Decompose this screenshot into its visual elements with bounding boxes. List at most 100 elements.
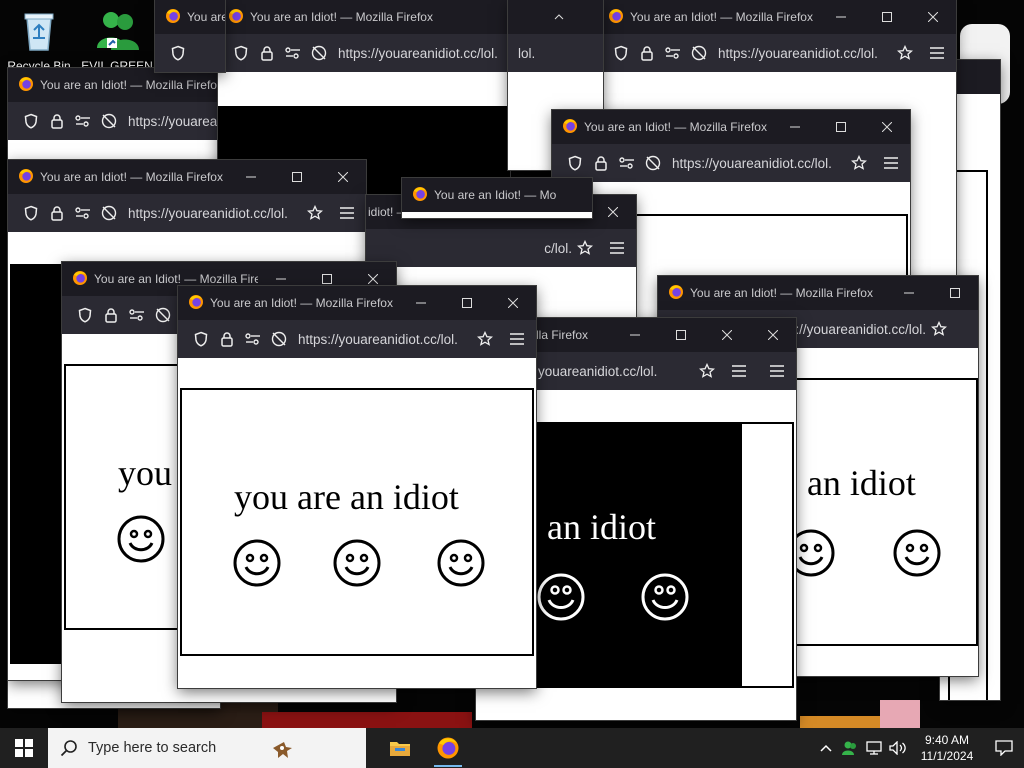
shield-icon[interactable]	[608, 40, 634, 66]
permissions-icon[interactable]	[240, 326, 266, 352]
lock-icon[interactable]	[214, 326, 240, 352]
taskbar-app-file-explorer[interactable]	[376, 728, 424, 768]
chevron-up-icon[interactable]	[815, 728, 837, 768]
url-bar[interactable]: youareanidiot.cc/lol.	[538, 364, 694, 379]
menu-button[interactable]	[720, 352, 758, 390]
menu-button[interactable]	[598, 229, 636, 267]
shield-icon[interactable]	[562, 150, 588, 176]
lock-icon[interactable]	[98, 302, 124, 328]
tracking-blocked-icon[interactable]	[150, 302, 176, 328]
clock[interactable]: 9:40 AM 11/1/2024	[910, 732, 984, 764]
tracking-blocked-icon[interactable]	[306, 40, 332, 66]
volume-icon[interactable]	[887, 728, 909, 768]
bookmark-star-icon[interactable]	[846, 150, 872, 176]
browser-window-top-partial[interactable]: You are	[155, 0, 225, 72]
shield-icon[interactable]	[18, 108, 44, 134]
minimize-button[interactable]	[228, 160, 274, 194]
network-icon[interactable]	[863, 728, 885, 768]
tracking-blocked-icon[interactable]	[96, 200, 122, 226]
menu-button[interactable]	[918, 34, 956, 72]
maximize-button[interactable]	[864, 0, 910, 34]
tracking-blocked-icon[interactable]	[96, 108, 122, 134]
permissions-icon[interactable]	[124, 302, 150, 328]
minimize-button[interactable]	[398, 286, 444, 320]
title-bar[interactable]: You are an Idiot! — Mozilla Firefox	[658, 276, 978, 310]
maximize-button[interactable]	[932, 276, 978, 310]
title-bar[interactable]: You are an Idiot! — Mozilla Firefox	[8, 160, 366, 194]
menu-button[interactable]	[498, 320, 536, 358]
bookmark-star-icon[interactable]	[892, 40, 918, 66]
close-button[interactable]	[910, 0, 956, 34]
lock-icon[interactable]	[44, 108, 70, 134]
bookmark-star-icon[interactable]	[572, 235, 598, 261]
taskbar-app-firefox[interactable]	[424, 728, 472, 768]
title-bar[interactable]: You are an Idiot! — Mo	[402, 178, 592, 212]
close-button[interactable]	[320, 160, 366, 194]
title-bar[interactable]	[508, 0, 603, 34]
title-bar[interactable]: You are	[155, 0, 225, 34]
url-bar[interactable]: lol.	[518, 46, 603, 61]
search-highlight-icon[interactable]	[270, 738, 294, 760]
close-button[interactable]	[590, 195, 636, 229]
close-button[interactable]	[864, 110, 910, 144]
desktop-icon-evil-green[interactable]: EVIL GREEN	[78, 8, 156, 73]
permissions-icon[interactable]	[280, 40, 306, 66]
url-bar[interactable]: c/lol.	[382, 241, 572, 256]
tracking-blocked-icon[interactable]	[640, 150, 666, 176]
browser-window-front[interactable]: You are an Idiot! — Mozilla Firefox http…	[178, 286, 536, 688]
permissions-icon[interactable]	[70, 108, 96, 134]
url-bar[interactable]: https://youareanidiot.cc/lol.	[672, 156, 846, 171]
menu-button[interactable]	[872, 144, 910, 182]
title-bar[interactable]: You are an Idiot! — Mozilla Firefox	[218, 0, 510, 34]
shield-icon[interactable]	[188, 326, 214, 352]
minimize-button[interactable]	[612, 318, 658, 352]
close-button[interactable]	[490, 286, 536, 320]
permissions-icon[interactable]	[70, 200, 96, 226]
permissions-icon[interactable]	[660, 40, 686, 66]
lock-icon[interactable]	[634, 40, 660, 66]
shield-icon[interactable]	[18, 200, 44, 226]
lock-icon[interactable]	[588, 150, 614, 176]
tracking-blocked-icon[interactable]	[686, 40, 712, 66]
bookmark-star-icon[interactable]	[472, 326, 498, 352]
url-bar[interactable]: https://youarea	[128, 114, 220, 129]
permissions-icon[interactable]	[614, 150, 640, 176]
taskbar-search-box[interactable]: Type here to search	[48, 728, 366, 768]
desktop-icon-recycle-bin[interactable]: Recycle Bin	[0, 8, 78, 73]
url-bar[interactable]: ps://youareanidiot.cc/lol.	[778, 322, 926, 337]
maximize-button[interactable]	[444, 286, 490, 320]
menu-button[interactable]	[328, 194, 366, 232]
shield-icon[interactable]	[228, 40, 254, 66]
start-button[interactable]	[0, 728, 48, 768]
menu-button[interactable]	[952, 310, 978, 348]
title-bar[interactable]: You are an Idiot! — Mozilla Firefox	[598, 0, 956, 34]
bookmark-star-icon[interactable]	[302, 200, 328, 226]
users-icon[interactable]	[839, 728, 861, 768]
lock-icon[interactable]	[44, 200, 70, 226]
shield-icon[interactable]	[72, 302, 98, 328]
close-button[interactable]	[704, 318, 750, 352]
maximize-button[interactable]	[274, 160, 320, 194]
url-bar[interactable]: https://youareanidiot.cc/lol.	[718, 46, 892, 61]
url-bar[interactable]: https://youareanidiot.cc/lol.	[128, 206, 302, 221]
browser-window-center-mid[interactable]: You are an Idiot! — Mo	[402, 178, 592, 218]
title-bar[interactable]: You are an Idiot! — Mozilla Firefox	[178, 286, 536, 320]
title-bar[interactable]: You are an Idiot! — Mozilla Firefox	[8, 68, 220, 102]
url-bar[interactable]: https://youareanidiot.cc/lol.	[298, 332, 472, 347]
shield-icon[interactable]	[165, 40, 191, 66]
minimize-button[interactable]	[536, 0, 582, 34]
minimize-button[interactable]	[772, 110, 818, 144]
bookmark-star-icon[interactable]	[926, 316, 952, 342]
maximize-button[interactable]	[818, 110, 864, 144]
title-bar[interactable]: You are an Idiot! — Mozilla Firefox	[552, 110, 910, 144]
bookmark-star-icon[interactable]	[694, 358, 720, 384]
maximize-button[interactable]	[658, 318, 704, 352]
tracking-blocked-icon[interactable]	[266, 326, 292, 352]
minimize-button[interactable]	[886, 276, 932, 310]
menu-button[interactable]	[758, 352, 796, 390]
notification-icon[interactable]	[984, 728, 1024, 768]
url-bar[interactable]: https://youareanidiot.cc/lol.	[338, 46, 510, 61]
minimize-button[interactable]	[818, 0, 864, 34]
close-button[interactable]	[750, 318, 796, 352]
lock-icon[interactable]	[254, 40, 280, 66]
